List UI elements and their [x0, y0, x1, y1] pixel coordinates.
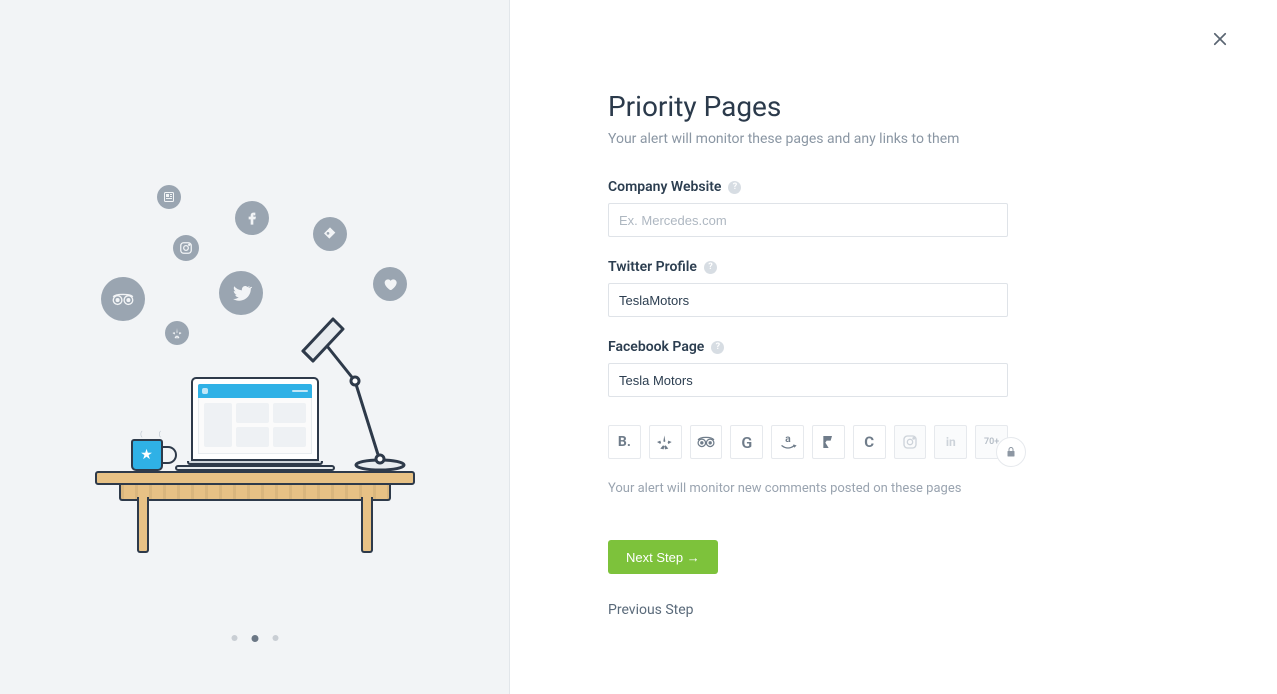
facebook-page-input[interactable] [608, 363, 1008, 397]
capterra-icon: C [864, 433, 874, 451]
heart-icon [373, 267, 407, 301]
step-dot-3 [272, 635, 278, 641]
tripadvisor-icon [696, 435, 716, 449]
mug-illustration: ﹙ ﹙ ﹙ ★ [131, 427, 175, 471]
google-icon: G [741, 433, 752, 452]
illustration: ﹙ ﹙ ﹙ ★ [0, 0, 509, 694]
desk-illustration [95, 471, 415, 501]
facebook-page-label: Facebook Page [608, 339, 704, 355]
company-website-label: Company Website [608, 179, 721, 195]
yelp-icon [657, 434, 673, 450]
source-booking[interactable]: B. [608, 425, 641, 459]
step-indicator [231, 635, 278, 642]
booking-icon: B. [618, 434, 631, 450]
tripadvisor-icon [101, 277, 145, 321]
facebook-icon [235, 201, 269, 235]
step-dot-1 [231, 635, 237, 641]
source-tripadvisor[interactable] [690, 425, 723, 459]
news-icon [157, 185, 181, 209]
help-icon[interactable]: ? [711, 341, 724, 354]
next-step-button[interactable]: Next Step → [608, 540, 718, 574]
sources-hint: Your alert will monitor new comments pos… [608, 481, 1008, 496]
company-website-input[interactable] [608, 203, 1008, 237]
svg-text:a: a [785, 433, 791, 445]
company-website-field: Company Website ? [608, 179, 1008, 237]
source-selector: B. G a C [608, 425, 1008, 459]
dialog-root: ﹙ ﹙ ﹙ ★ [0, 0, 1277, 694]
locked-sources-badge[interactable] [996, 437, 1026, 467]
source-yelp[interactable] [649, 425, 682, 459]
foursquare-icon [820, 434, 836, 450]
close-icon [1211, 30, 1229, 48]
facebook-page-field: Facebook Page ? [608, 339, 1008, 397]
page-title: Priority Pages [608, 90, 1008, 123]
twitter-profile-label: Twitter Profile [608, 259, 697, 275]
form-panel: Priority Pages Your alert will monitor t… [510, 0, 1277, 694]
source-foursquare[interactable] [812, 425, 845, 459]
lock-icon [1005, 446, 1017, 458]
previous-step-link[interactable]: Previous Step [608, 602, 1008, 618]
close-button[interactable] [1211, 30, 1229, 48]
tag-icon [313, 217, 347, 251]
help-icon[interactable]: ? [704, 261, 717, 274]
lamp-illustration [295, 301, 415, 471]
source-instagram [894, 425, 927, 459]
illustration-panel: ﹙ ﹙ ﹙ ★ [0, 0, 510, 694]
twitter-profile-input[interactable] [608, 283, 1008, 317]
yelp-icon [165, 321, 189, 345]
linkedin-icon: in [946, 435, 956, 449]
source-amazon[interactable]: a [771, 425, 804, 459]
source-capterra[interactable]: C [853, 425, 886, 459]
source-linkedin: in [934, 425, 967, 459]
step-dot-2 [251, 635, 258, 642]
source-google[interactable]: G [730, 425, 763, 459]
instagram-icon [902, 434, 918, 450]
help-icon[interactable]: ? [728, 181, 741, 194]
page-subtitle: Your alert will monitor these pages and … [608, 131, 1008, 147]
twitter-icon [219, 271, 263, 315]
instagram-icon [173, 235, 199, 261]
amazon-icon: a [779, 433, 797, 451]
twitter-profile-field: Twitter Profile ? [608, 259, 1008, 317]
